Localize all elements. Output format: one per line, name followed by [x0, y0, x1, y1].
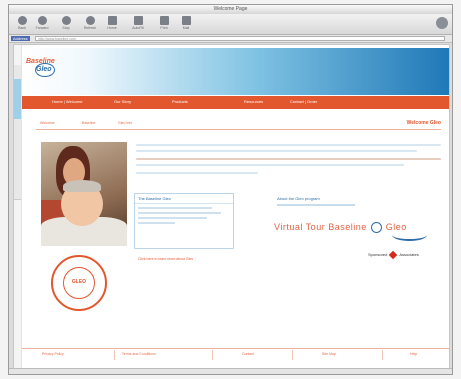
intro-text — [136, 144, 441, 178]
badge-text: GLEO — [71, 279, 87, 285]
tagline-pre: Virtual Tour Baseline — [274, 222, 367, 232]
right-link-block: About the Gleo program — [277, 196, 407, 210]
sponsor-logo: Sponsored Associates — [368, 250, 419, 260]
print-icon — [159, 16, 169, 25]
sponsor-right: Associates — [399, 252, 419, 258]
nav-item-contact[interactable]: Contact | Order — [290, 99, 317, 104]
site-footer: Privacy Policy Terms and Conditions Cont… — [22, 348, 449, 361]
status-bar — [9, 368, 452, 374]
sponsor-left: Sponsored — [368, 252, 388, 258]
back-label: Back — [18, 26, 26, 30]
footer-terms[interactable]: Terms and Conditions — [122, 352, 156, 356]
browser-logo-icon — [436, 17, 448, 29]
side-tab-1[interactable] — [14, 65, 21, 80]
logo-ring-icon — [35, 63, 55, 77]
seal-badge: GLEO — [51, 255, 107, 311]
address-bar: Address http://www.baseline.com — [9, 35, 452, 43]
nav-item-products[interactable]: Products — [172, 99, 188, 104]
forward-button[interactable]: Forward — [33, 16, 51, 33]
tagline[interactable]: Virtual Tour Baseline Gleo — [274, 222, 407, 234]
subnav-baseline[interactable]: Baseline — [82, 121, 95, 125]
footer-privacy[interactable]: Privacy Policy — [42, 352, 64, 356]
hero-photo — [41, 142, 127, 246]
forward-label: Forward — [35, 26, 49, 30]
browser-window: Welcome Page Back Forward Stop Refresh H… — [8, 4, 453, 375]
stop-icon — [61, 16, 71, 25]
mail-button[interactable]: Mail — [177, 16, 195, 33]
mail-label: Mail — [182, 26, 190, 30]
site-logo[interactable]: Baseline Gleo — [26, 58, 55, 77]
forward-arrow-icon — [37, 16, 47, 25]
swoosh-icon — [392, 229, 427, 241]
footer-contact[interactable]: Contact — [242, 352, 254, 356]
site-banner: Baseline Gleo — [22, 48, 449, 95]
stop-button[interactable]: Stop — [57, 16, 75, 33]
footer-sitemap[interactable]: Site Map — [322, 352, 336, 356]
window-title: Welcome Page — [213, 6, 248, 12]
infobox-title: The Baseline Gleo — [135, 194, 233, 204]
side-tab-2[interactable] — [14, 79, 21, 120]
mail-icon — [181, 16, 191, 25]
autofill-label: AutoFill — [132, 26, 144, 30]
side-tabs — [14, 45, 22, 369]
address-label: Address — [11, 36, 30, 41]
info-box: The Baseline Gleo — [134, 193, 234, 249]
sub-nav: Welcome Baseline Gleo Info Welcome Gleo — [36, 119, 441, 130]
url-input[interactable]: http://www.baseline.com — [35, 36, 445, 41]
main-nav: Home | Welcome Our Story Products Resour… — [22, 96, 449, 109]
back-arrow-icon — [17, 16, 27, 25]
page-title: Welcome Gleo — [406, 120, 441, 126]
home-icon — [107, 16, 117, 25]
subnav-welcome[interactable]: Welcome — [40, 121, 55, 125]
print-label: Print — [160, 26, 168, 30]
refresh-icon — [85, 16, 95, 25]
nav-item-home[interactable]: Home | Welcome — [52, 99, 83, 104]
print-button[interactable]: Print — [155, 16, 173, 33]
home-label: Home — [107, 26, 117, 30]
home-button[interactable]: Home — [103, 16, 121, 33]
learn-more-link[interactable]: Click here to learn more about Gleo — [138, 257, 193, 261]
tagline-ring-icon — [370, 222, 382, 234]
stop-label: Stop — [62, 26, 70, 30]
autofill-icon — [133, 16, 143, 25]
back-button[interactable]: Back — [13, 16, 31, 33]
nav-item-resources[interactable]: Resources — [244, 99, 263, 104]
autofill-button[interactable]: AutoFill — [129, 16, 147, 33]
heart-icon — [389, 250, 398, 260]
web-page: Baseline Gleo Home | Welcome Our Story P… — [13, 44, 450, 370]
right-link[interactable]: About the Gleo program — [277, 196, 407, 201]
side-tab-4[interactable] — [14, 159, 21, 200]
nav-item-story[interactable]: Our Story — [114, 99, 131, 104]
footer-help[interactable]: Help — [410, 352, 417, 356]
browser-toolbar: Back Forward Stop Refresh Home AutoFill … — [9, 14, 452, 35]
refresh-button[interactable]: Refresh — [81, 16, 99, 33]
subnav-gleo[interactable]: Gleo Info — [118, 121, 132, 125]
side-tab-3[interactable] — [14, 119, 21, 160]
refresh-label: Refresh — [83, 26, 97, 30]
